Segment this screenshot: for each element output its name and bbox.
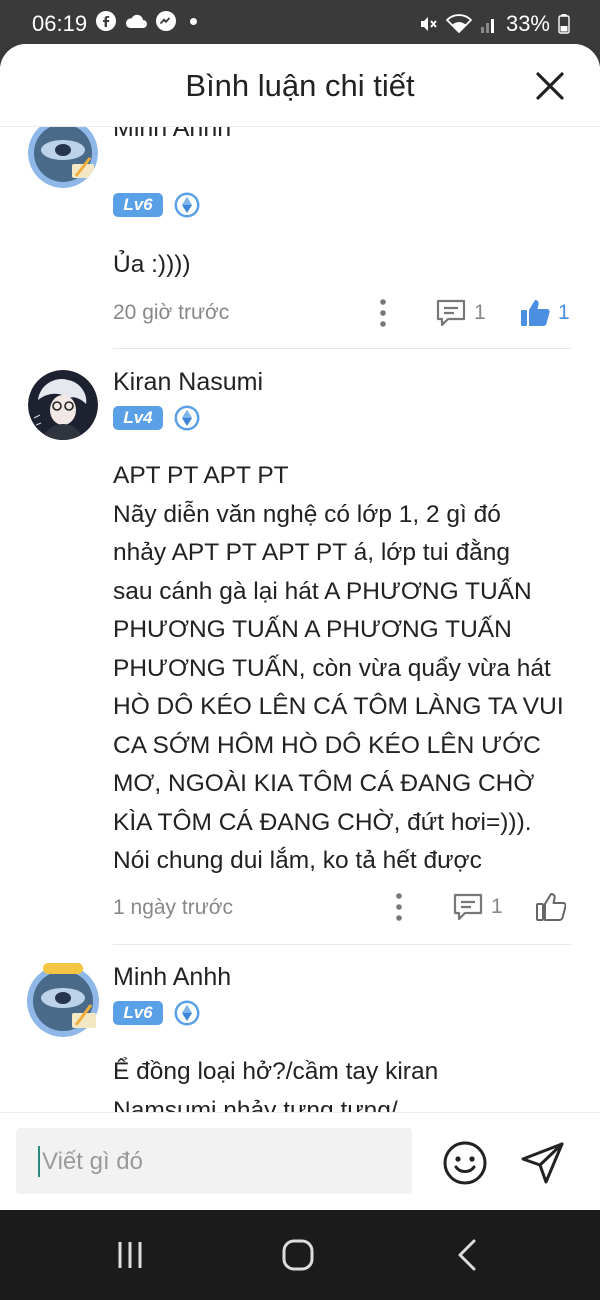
- divider: [113, 944, 571, 945]
- comment-text: APT PT APT PT Nãy diễn văn nghệ có lớp 1…: [113, 462, 564, 874]
- comment-composer: [0, 1112, 600, 1210]
- battery-icon: [558, 14, 570, 34]
- avatar[interactable]: [27, 963, 99, 1037]
- divider: [113, 348, 571, 349]
- commenter-name[interactable]: Kiran Nasumi: [113, 368, 263, 397]
- gem-badge-icon: [174, 192, 200, 218]
- level-badge: Lv6: [113, 193, 163, 217]
- home-icon[interactable]: [278, 1237, 318, 1273]
- avatar[interactable]: [28, 370, 98, 440]
- back-icon[interactable]: [448, 1237, 488, 1273]
- system-navigation-bar: [0, 1210, 600, 1300]
- status-time: 06:19: [32, 11, 88, 36]
- like-button[interactable]: 1: [520, 298, 570, 328]
- battery-percent: 33%: [505, 11, 550, 36]
- gem-badge-icon: [174, 1000, 200, 1026]
- cloud-icon: [125, 14, 147, 28]
- more-options-icon[interactable]: [378, 298, 388, 328]
- comment-time: 20 giờ trước: [113, 301, 230, 324]
- comment-icon: [436, 299, 466, 327]
- sheet-header: Bình luận chi tiết: [0, 44, 600, 127]
- reply-count: 1: [491, 895, 503, 918]
- dot-icon: [190, 17, 197, 25]
- comment-input-box[interactable]: [16, 1128, 412, 1196]
- thumbs-up-filled-icon: [521, 300, 550, 326]
- more-options-icon[interactable]: [394, 892, 404, 922]
- signal-icon: [480, 19, 494, 33]
- like-count: 1: [558, 301, 570, 324]
- sheet-title: Bình luận chi tiết: [185, 68, 415, 103]
- thumbs-up-icon: [536, 893, 566, 921]
- commenter-name[interactable]: Minh Anhh: [113, 126, 231, 143]
- mute-icon: [420, 17, 437, 31]
- comment-sheet: Bình luận chi tiết Minh Anhh Lv6 Ủa:)))…: [0, 44, 600, 1210]
- gem-badge-icon: [174, 405, 200, 431]
- status-bar: 06:19 33%: [0, 0, 600, 46]
- like-button[interactable]: [536, 892, 566, 922]
- recent-apps-icon[interactable]: [110, 1237, 150, 1273]
- comment-list[interactable]: Minh Anhh Lv6 Ủa :)))) 20 giờ trước 1 1: [0, 126, 600, 1112]
- avatar[interactable]: [28, 126, 98, 188]
- comment-input[interactable]: [40, 1128, 404, 1196]
- wifi-icon: [445, 14, 472, 34]
- commenter-name[interactable]: Minh Anhh: [113, 963, 231, 992]
- reply-count: 1: [474, 301, 486, 324]
- send-icon[interactable]: [520, 1140, 566, 1186]
- emoji-icon[interactable]: [442, 1140, 488, 1186]
- level-badge: Lv4: [113, 406, 163, 430]
- reply-button[interactable]: 1: [436, 298, 486, 328]
- comment-text: Ủa :)))): [113, 251, 191, 278]
- messenger-icon: [156, 11, 176, 31]
- facebook-icon: [96, 11, 116, 31]
- close-icon[interactable]: [534, 70, 566, 102]
- reply-button[interactable]: 1: [453, 892, 503, 922]
- comment-time: 1 ngày trước: [113, 896, 234, 919]
- comment-text: Ể đồng loại hở?/cầm tay kiran Namsumi nh…: [113, 1058, 439, 1112]
- level-badge: Lv6: [113, 1001, 163, 1025]
- comment-icon: [453, 893, 483, 921]
